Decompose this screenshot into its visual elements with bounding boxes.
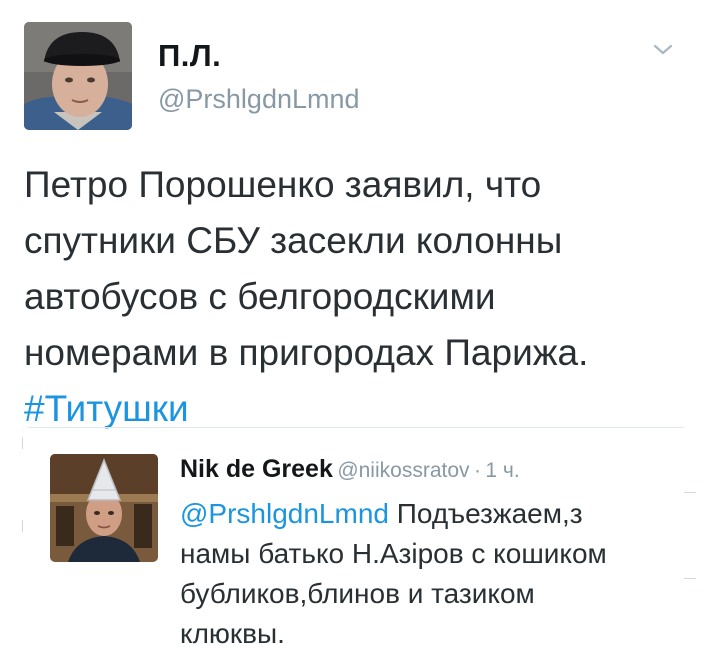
divider	[684, 492, 696, 493]
divider	[22, 520, 23, 532]
reply-text-line: @PrshlgdnLmnd Подъезжаем,з	[180, 494, 700, 534]
divider	[22, 437, 23, 449]
reply-text-line: клюквы.	[180, 618, 285, 649]
reply-text-fragment: Подъезжаем,з	[388, 498, 583, 529]
reply-text-line: намы батько Н.Азіров с кошиком	[180, 538, 607, 569]
hashtag-link[interactable]: #Титушки	[24, 381, 704, 437]
reply-author-name[interactable]: Nik de Greek	[180, 455, 333, 483]
reply-header: Nik de Greek @niikossratov · 1 ч.	[180, 455, 520, 484]
reply-text: @PrshlgdnLmnd Подъезжаем,з намы батько Н…	[180, 494, 700, 654]
avatar-photo	[24, 22, 132, 130]
mention-link[interactable]: @PrshlgdnLmnd	[180, 498, 389, 529]
author-handle[interactable]: @PrshlgdnLmnd	[158, 84, 360, 115]
chevron-down-icon[interactable]	[652, 42, 674, 58]
tweet-text-line: спутники СБУ засекли колонны	[24, 220, 563, 261]
reply-text-line: бубликов,блинов и тазиком	[180, 578, 535, 609]
avatar-photo	[50, 454, 158, 562]
tweet-text-line: номерами в пригородах Парижа.	[24, 332, 589, 373]
author-name[interactable]: П.Л.	[158, 38, 221, 74]
author-avatar[interactable]	[24, 22, 132, 130]
reply-timestamp[interactable]: 1 ч.	[485, 459, 519, 482]
reply-author-avatar[interactable]	[50, 454, 158, 562]
tweet-text-line: Петро Порошенко заявил, что	[24, 164, 542, 205]
tweet-text: Петро Порошенко заявил, что спутники СБУ…	[24, 157, 704, 437]
separator-dot: ·	[473, 459, 481, 482]
tweet-text-line: автобусов с белгородскими	[24, 276, 496, 317]
divider	[28, 427, 684, 428]
reply-author-handle[interactable]: @niikossratov	[337, 459, 469, 482]
